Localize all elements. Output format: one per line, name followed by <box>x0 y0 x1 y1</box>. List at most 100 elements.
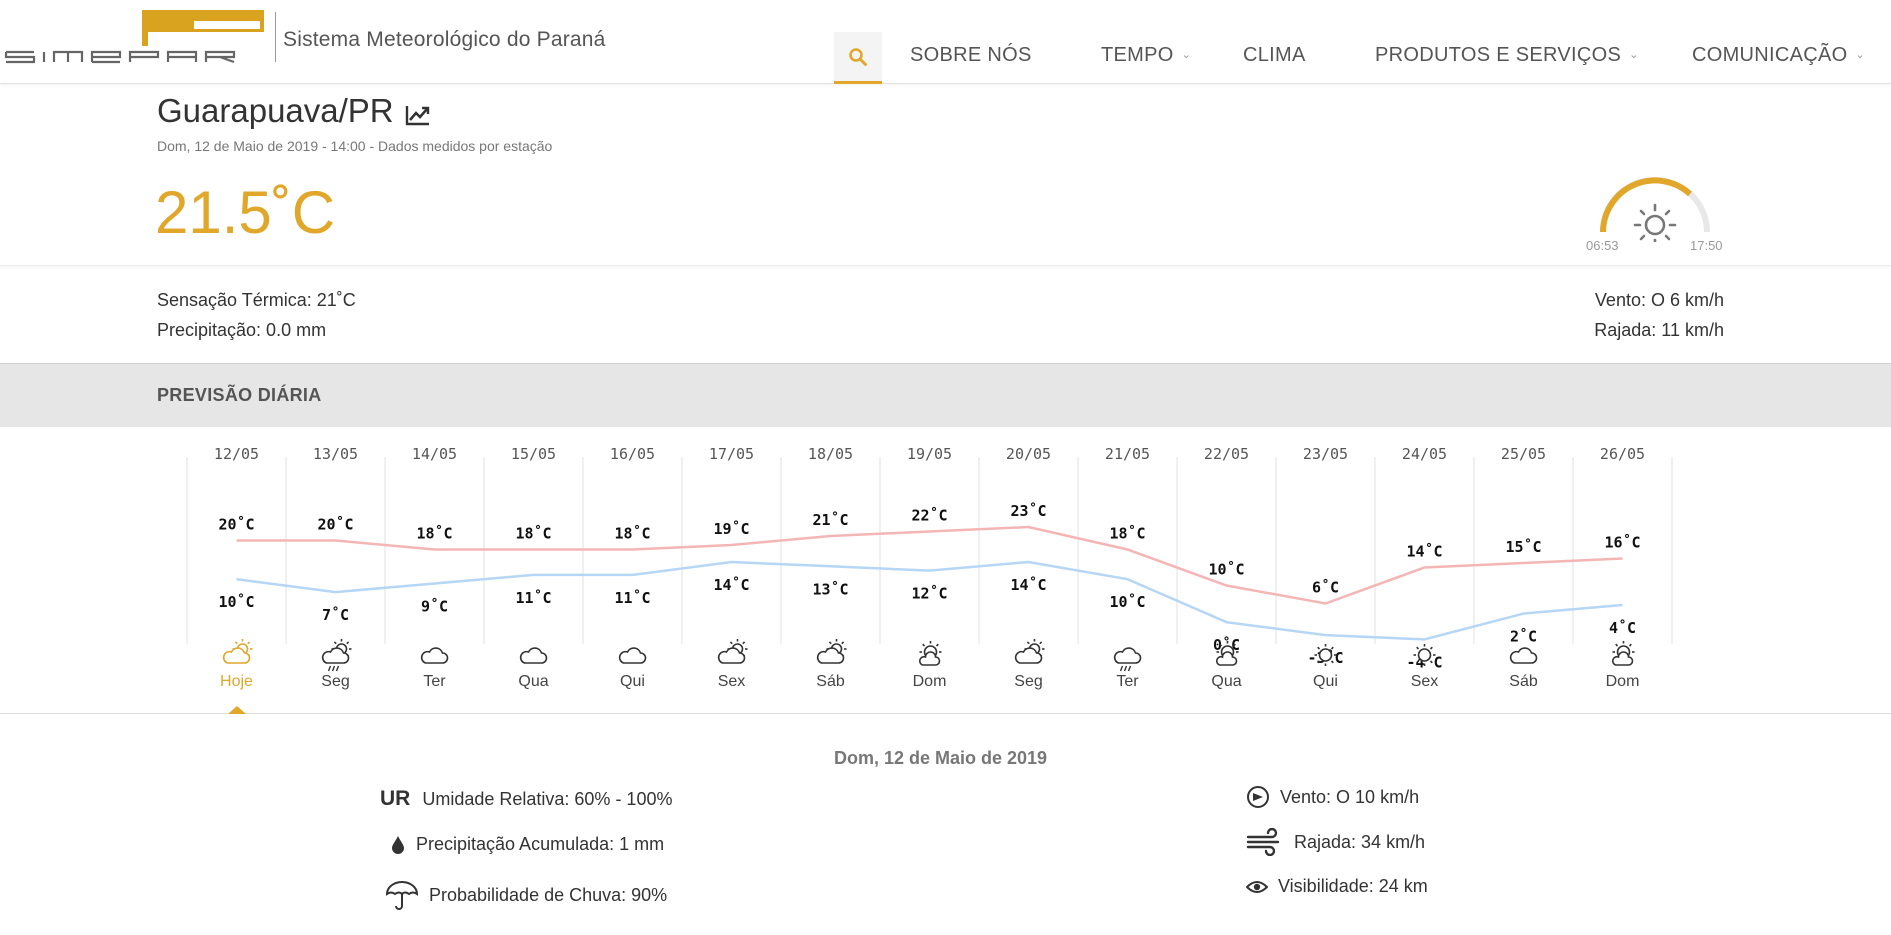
sun-cloud-rain-icon[interactable] <box>321 639 352 672</box>
forecast-min-temp: 12˚C <box>911 585 947 603</box>
gust-current: Rajada: 11 km/h <box>1594 320 1724 340</box>
rain-prob-row: Probabilidade de Chuva: 90% <box>385 880 667 910</box>
forecast-max-temp: 18˚C <box>614 525 650 543</box>
forecast-day-label: Dom <box>913 673 947 690</box>
forecast-max-temp: 18˚C <box>1109 525 1145 543</box>
forecast-max-temp: 19˚C <box>713 520 749 538</box>
forecast-date: 24/05 <box>1402 445 1447 463</box>
chevron-down-icon: ⌄ <box>1629 49 1639 61</box>
forecast-date: 13/05 <box>313 445 358 463</box>
wind-current: Vento: O 6 km/h <box>1594 290 1724 310</box>
forecast-date: 19/05 <box>907 445 952 463</box>
forecast-min-temp: 11˚C <box>515 589 551 607</box>
humidity-ur-label: UR <box>380 787 411 810</box>
forecast-max-temp: 18˚C <box>416 525 452 543</box>
cloud-icon[interactable] <box>420 647 449 664</box>
forecast-max-temp: 18˚C <box>515 525 551 543</box>
wind-gust-icon <box>1246 828 1280 856</box>
forecast-day-label: Qui <box>1313 673 1338 690</box>
sunset-time: 17:50 <box>1690 238 1723 253</box>
cloud-icon[interactable] <box>519 647 548 664</box>
gust-row: Rajada: 34 km/h <box>1246 828 1425 856</box>
sun-arc-widget: 06:53 17:50 <box>1580 172 1740 254</box>
forecast-date: 15/05 <box>511 445 556 463</box>
eye-icon <box>1246 880 1268 893</box>
forecast-date: 16/05 <box>610 445 655 463</box>
partly-cloudy-icon[interactable] <box>222 639 253 664</box>
simepar-logo[interactable] <box>4 10 266 66</box>
forecast-min-temp: 9˚C <box>421 598 448 616</box>
forecast-min-temp: 4˚C <box>1609 619 1636 637</box>
humidity-row: UR Umidade Relativa: 60% - 100% <box>380 787 672 811</box>
forecast-chart: 12/05 20˚C 10˚C Hoje 13/05 20˚C 7˚C Seg 14/05 18˚… <box>186 445 1673 690</box>
forecast-date: 23/05 <box>1303 445 1348 463</box>
forecast-day-label: Seg <box>1014 673 1042 690</box>
forecast-min-temp: 10˚C <box>1109 593 1145 611</box>
forecast-day-label: Dom <box>1606 673 1640 690</box>
visibility-row: Visibilidade: 24 km <box>1246 876 1428 897</box>
forecast-date: 22/05 <box>1204 445 1249 463</box>
forecast-min-temp: 14˚C <box>1010 576 1046 594</box>
precipitation: Precipitação: 0.0 mm <box>157 320 327 340</box>
chevron-down-icon: ⌄ <box>1181 49 1192 61</box>
nav-sobre-nos[interactable]: SOBRE NÓS <box>910 44 1032 67</box>
forecast-max-temp: 21˚C <box>812 511 848 529</box>
precip-acc-text: Precipitação Acumulada: 1 mm <box>416 834 665 854</box>
humidity-text: Umidade Relativa: 60% - 100% <box>422 788 673 809</box>
forecast-max-temp: 22˚C <box>911 507 947 525</box>
logo-subtitle: Sistema Meteorológico do Paraná <box>283 28 606 51</box>
partly-cloudy-icon[interactable] <box>717 639 748 664</box>
forecast-day-label: Hoje <box>220 673 253 690</box>
sun-behind-cloud-icon[interactable] <box>1611 641 1635 666</box>
partly-cloudy-icon[interactable] <box>816 639 847 664</box>
search-button[interactable] <box>834 32 882 84</box>
sunrise-time: 06:53 <box>1586 238 1619 253</box>
sun-behind-cloud-icon[interactable] <box>918 641 942 666</box>
nav-produtos-servicos[interactable]: PRODUTOS E SERVIÇOS ⌄ <box>1375 44 1639 67</box>
forecast-date: 14/05 <box>412 445 457 463</box>
details-band <box>0 265 1891 363</box>
logo-separator <box>275 12 276 62</box>
site-header: Sistema Meteorológico do Paraná SOBRE NÓ… <box>0 0 1891 84</box>
cloud-icon[interactable] <box>618 647 647 664</box>
city-name: Guarapuava/PR <box>157 92 394 129</box>
sun-icon <box>1633 203 1677 242</box>
forecast-day-label: Ter <box>423 673 446 690</box>
current-temperature: 21.5˚C <box>155 179 336 246</box>
forecast-day-label: Ter <box>1116 673 1139 690</box>
cloud-icon[interactable] <box>1509 647 1538 664</box>
day-detail-title: Dom, 12 de Maio de 2019 <box>833 748 1048 768</box>
chart-trend-icon[interactable] <box>405 104 431 126</box>
feels-like: Sensação Térmica: 21˚C <box>157 290 356 310</box>
rain-prob-text: Probabilidade de Chuva: 90% <box>429 884 668 905</box>
forecast-day-label: Sáb <box>816 673 845 690</box>
nav-comunicacao[interactable]: COMUNICAÇÃO ⌄ <box>1692 44 1865 67</box>
forecast-day-label: Sex <box>1411 673 1439 690</box>
forecast-date: 26/05 <box>1600 445 1645 463</box>
forecast-day-label: Sáb <box>1509 673 1538 690</box>
forecast-min-temp: 14˚C <box>713 576 749 594</box>
gust-text: Rajada: 34 km/h <box>1294 831 1426 852</box>
chevron-down-icon: ⌄ <box>1855 49 1866 61</box>
forecast-day-label: Sex <box>718 673 746 690</box>
nav-tempo[interactable]: TEMPO ⌄ <box>1101 44 1191 67</box>
forecast-max-temp: 16˚C <box>1604 534 1640 552</box>
forecast-day-label: Qui <box>620 673 645 690</box>
forecast-min-temp: 13˚C <box>812 580 848 598</box>
forecast-date: 12/05 <box>214 445 259 463</box>
forecast-min-temp: 2˚C <box>1510 628 1537 646</box>
cloud-rain-icon[interactable] <box>1113 647 1142 672</box>
forecast-divider <box>0 713 1891 714</box>
visibility-text: Visibilidade: 24 km <box>1278 876 1428 896</box>
forecast-max-temp: 20˚C <box>317 516 353 534</box>
forecast-date: 21/05 <box>1105 445 1150 463</box>
nav-clima[interactable]: CLIMA <box>1243 44 1306 67</box>
forecast-min-temp: 11˚C <box>614 589 650 607</box>
forecast-date: 20/05 <box>1006 445 1051 463</box>
wind-text: Vento: O 10 km/h <box>1280 786 1420 807</box>
water-drop-icon <box>392 835 404 854</box>
forecast-title: PREVISÃO DIÁRIA <box>157 385 322 405</box>
partly-cloudy-icon[interactable] <box>1014 639 1045 664</box>
forecast-max-temp: 14˚C <box>1406 543 1442 561</box>
forecast-date: 17/05 <box>709 445 754 463</box>
